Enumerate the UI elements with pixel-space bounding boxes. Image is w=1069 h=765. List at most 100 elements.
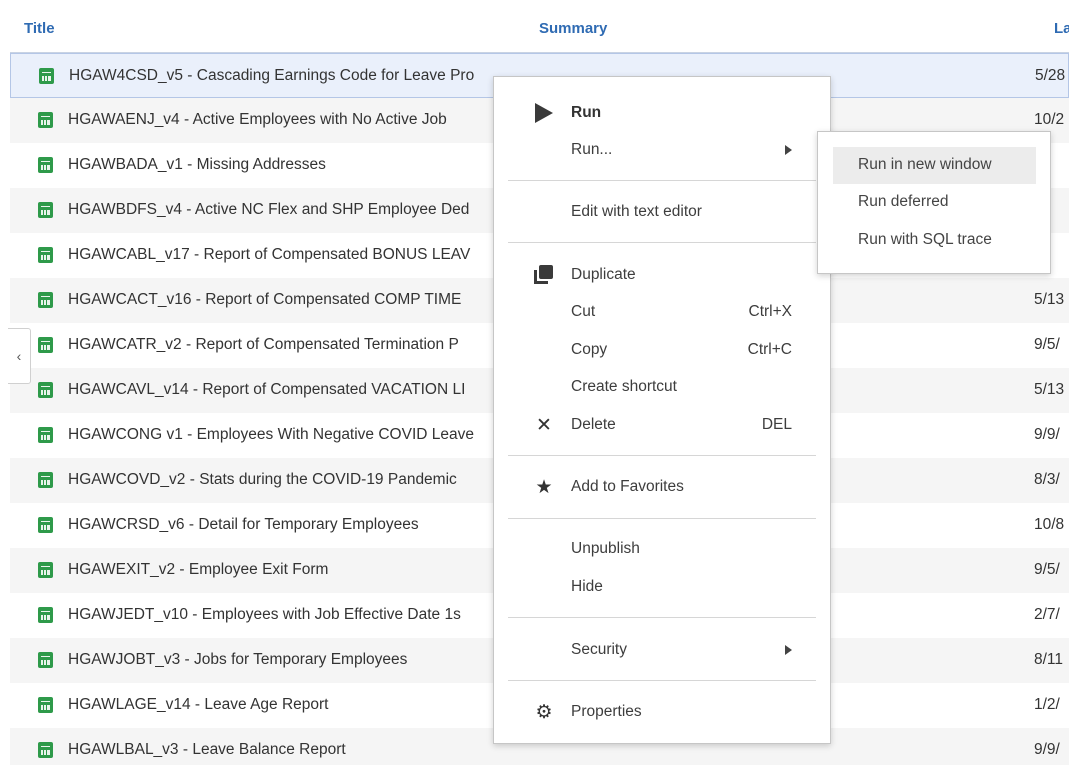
menu-divider: [508, 455, 816, 456]
row-title: HGAWBDFS_v4 - Active NC Flex and SHP Emp…: [68, 201, 470, 218]
submenu-item-run-new-window[interactable]: Run in new window: [833, 147, 1036, 184]
row-title: HGAWLAGE_v14 - Leave Age Report: [68, 696, 329, 713]
menu-item-label: Copy: [571, 341, 608, 358]
summary-column-header[interactable]: Summary: [539, 20, 607, 37]
row-date: 9/9/: [1034, 426, 1060, 443]
report-file-icon: [38, 337, 53, 353]
menu-divider: [508, 242, 816, 243]
menu-item-label: Run: [571, 104, 602, 121]
row-date: 5/28: [1035, 67, 1066, 84]
row-date: 1/2/: [1034, 696, 1060, 713]
menu-divider: [508, 680, 816, 681]
submenu-item-label: Run deferred: [858, 193, 949, 210]
shortcut-label: DEL: [761, 416, 792, 433]
row-date: 5/13: [1034, 381, 1065, 398]
chevron-left-icon: ‹: [16, 348, 22, 364]
report-file-icon: [38, 427, 53, 443]
row-date: 10/8: [1034, 516, 1065, 533]
menu-item-security[interactable]: Security: [494, 632, 830, 668]
menu-item-run[interactable]: Run: [494, 95, 830, 131]
menu-item-unpublish[interactable]: Unpublish: [494, 531, 830, 567]
title-column-header[interactable]: Title: [24, 20, 55, 37]
report-file-icon: [38, 157, 53, 173]
row-date: 9/5/: [1034, 336, 1060, 353]
context-menu: Run Run... Edit with text editor Duplica…: [493, 76, 831, 744]
star-icon: ★: [535, 477, 553, 498]
menu-item-label: Add to Favorites: [571, 478, 684, 495]
report-file-icon: [38, 562, 53, 578]
row-date: 2/7/: [1034, 606, 1060, 623]
row-title: HGAWCONG v1 - Employees With Negative CO…: [68, 426, 474, 443]
row-title: HGAWCRSD_v6 - Detail for Temporary Emplo…: [68, 516, 419, 533]
report-file-icon: [38, 472, 53, 488]
gear-icon: ⚙: [535, 702, 553, 723]
menu-item-label: Cut: [571, 303, 596, 320]
menu-item-duplicate[interactable]: Duplicate: [494, 257, 830, 293]
report-file-icon: [39, 68, 54, 84]
submenu-item-run-deferred[interactable]: Run deferred: [833, 184, 1036, 221]
row-title: HGAWAENJ_v4 - Active Employees with No A…: [68, 111, 447, 128]
submenu-arrow-icon: [785, 645, 792, 655]
row-date: 5/13: [1034, 291, 1065, 308]
menu-item-cut[interactable]: Cut Ctrl+X: [494, 294, 830, 330]
menu-item-label: Unpublish: [571, 540, 640, 557]
menu-divider: [508, 617, 816, 618]
row-title: HGAWCAVL_v14 - Report of Compensated VAC…: [68, 381, 466, 398]
row-date: 10/2: [1034, 111, 1065, 128]
row-date: 8/11: [1034, 651, 1064, 668]
submenu-item-label: Run in new window: [858, 156, 992, 173]
menu-item-run-more[interactable]: Run...: [494, 132, 830, 168]
menu-item-label: Properties: [571, 703, 642, 720]
run-submenu: Run in new window Run deferred Run with …: [817, 131, 1051, 274]
row-title: HGAWCACT_v16 - Report of Compensated COM…: [68, 291, 462, 308]
report-file-icon: [38, 382, 53, 398]
collapse-panel-button[interactable]: ‹: [8, 328, 31, 384]
shortcut-label: Ctrl+X: [748, 303, 793, 320]
row-title: HGAW4CSD_v5 - Cascading Earnings Code fo…: [69, 67, 475, 84]
report-file-icon: [38, 607, 53, 623]
report-file-icon: [38, 247, 53, 263]
menu-item-properties[interactable]: ⚙ Properties: [494, 694, 830, 730]
row-title: HGAWJEDT_v10 - Employees with Job Effect…: [68, 606, 461, 623]
report-file-icon: [38, 697, 53, 713]
row-date: 9/9/: [1034, 741, 1060, 758]
row-title: HGAWEXIT_v2 - Employee Exit Form: [68, 561, 329, 578]
row-title: HGAWLBAL_v3 - Leave Balance Report: [68, 741, 346, 758]
submenu-item-run-sql-trace[interactable]: Run with SQL trace: [833, 222, 1036, 259]
last-modified-column-header[interactable]: La: [1054, 20, 1069, 37]
menu-item-label: Delete: [571, 416, 616, 433]
row-title: HGAWBADA_v1 - Missing Addresses: [68, 156, 326, 173]
row-date: 9/5/: [1034, 561, 1060, 578]
report-file-icon: [38, 517, 53, 533]
row-title: HGAWJOBT_v3 - Jobs for Temporary Employe…: [68, 651, 408, 668]
submenu-item-label: Run with SQL trace: [858, 231, 992, 248]
menu-item-label: Security: [571, 641, 627, 658]
row-title: HGAWCOVD_v2 - Stats during the COVID-19 …: [68, 471, 457, 488]
row-title: HGAWCABL_v17 - Report of Compensated BON…: [68, 246, 471, 263]
menu-item-label: Create shortcut: [571, 378, 677, 395]
shortcut-label: Ctrl+C: [747, 341, 792, 358]
menu-item-label: Hide: [571, 578, 603, 595]
menu-item-delete[interactable]: ✕ Delete DEL: [494, 407, 830, 443]
menu-item-label: Edit with text editor: [571, 203, 702, 220]
table-header: Title Summary La: [10, 6, 1069, 53]
menu-item-add-favorites[interactable]: ★ Add to Favorites: [494, 469, 830, 505]
menu-item-copy[interactable]: Copy Ctrl+C: [494, 332, 830, 368]
report-file-icon: [38, 112, 53, 128]
menu-divider: [508, 180, 816, 181]
play-icon: [535, 103, 553, 123]
report-file-icon: [38, 202, 53, 218]
menu-item-label: Run...: [571, 141, 613, 158]
close-icon: ✕: [536, 415, 552, 436]
row-title: HGAWCATR_v2 - Report of Compensated Term…: [68, 336, 459, 353]
menu-divider: [508, 518, 816, 519]
report-file-icon: [38, 652, 53, 668]
menu-item-edit-text-editor[interactable]: Edit with text editor: [494, 194, 830, 230]
submenu-arrow-icon: [785, 145, 792, 155]
report-file-icon: [38, 742, 53, 758]
menu-item-create-shortcut[interactable]: Create shortcut: [494, 369, 830, 405]
menu-item-label: Duplicate: [571, 266, 636, 283]
menu-item-hide[interactable]: Hide: [494, 569, 830, 605]
duplicate-icon: [534, 265, 554, 285]
report-file-icon: [38, 292, 53, 308]
